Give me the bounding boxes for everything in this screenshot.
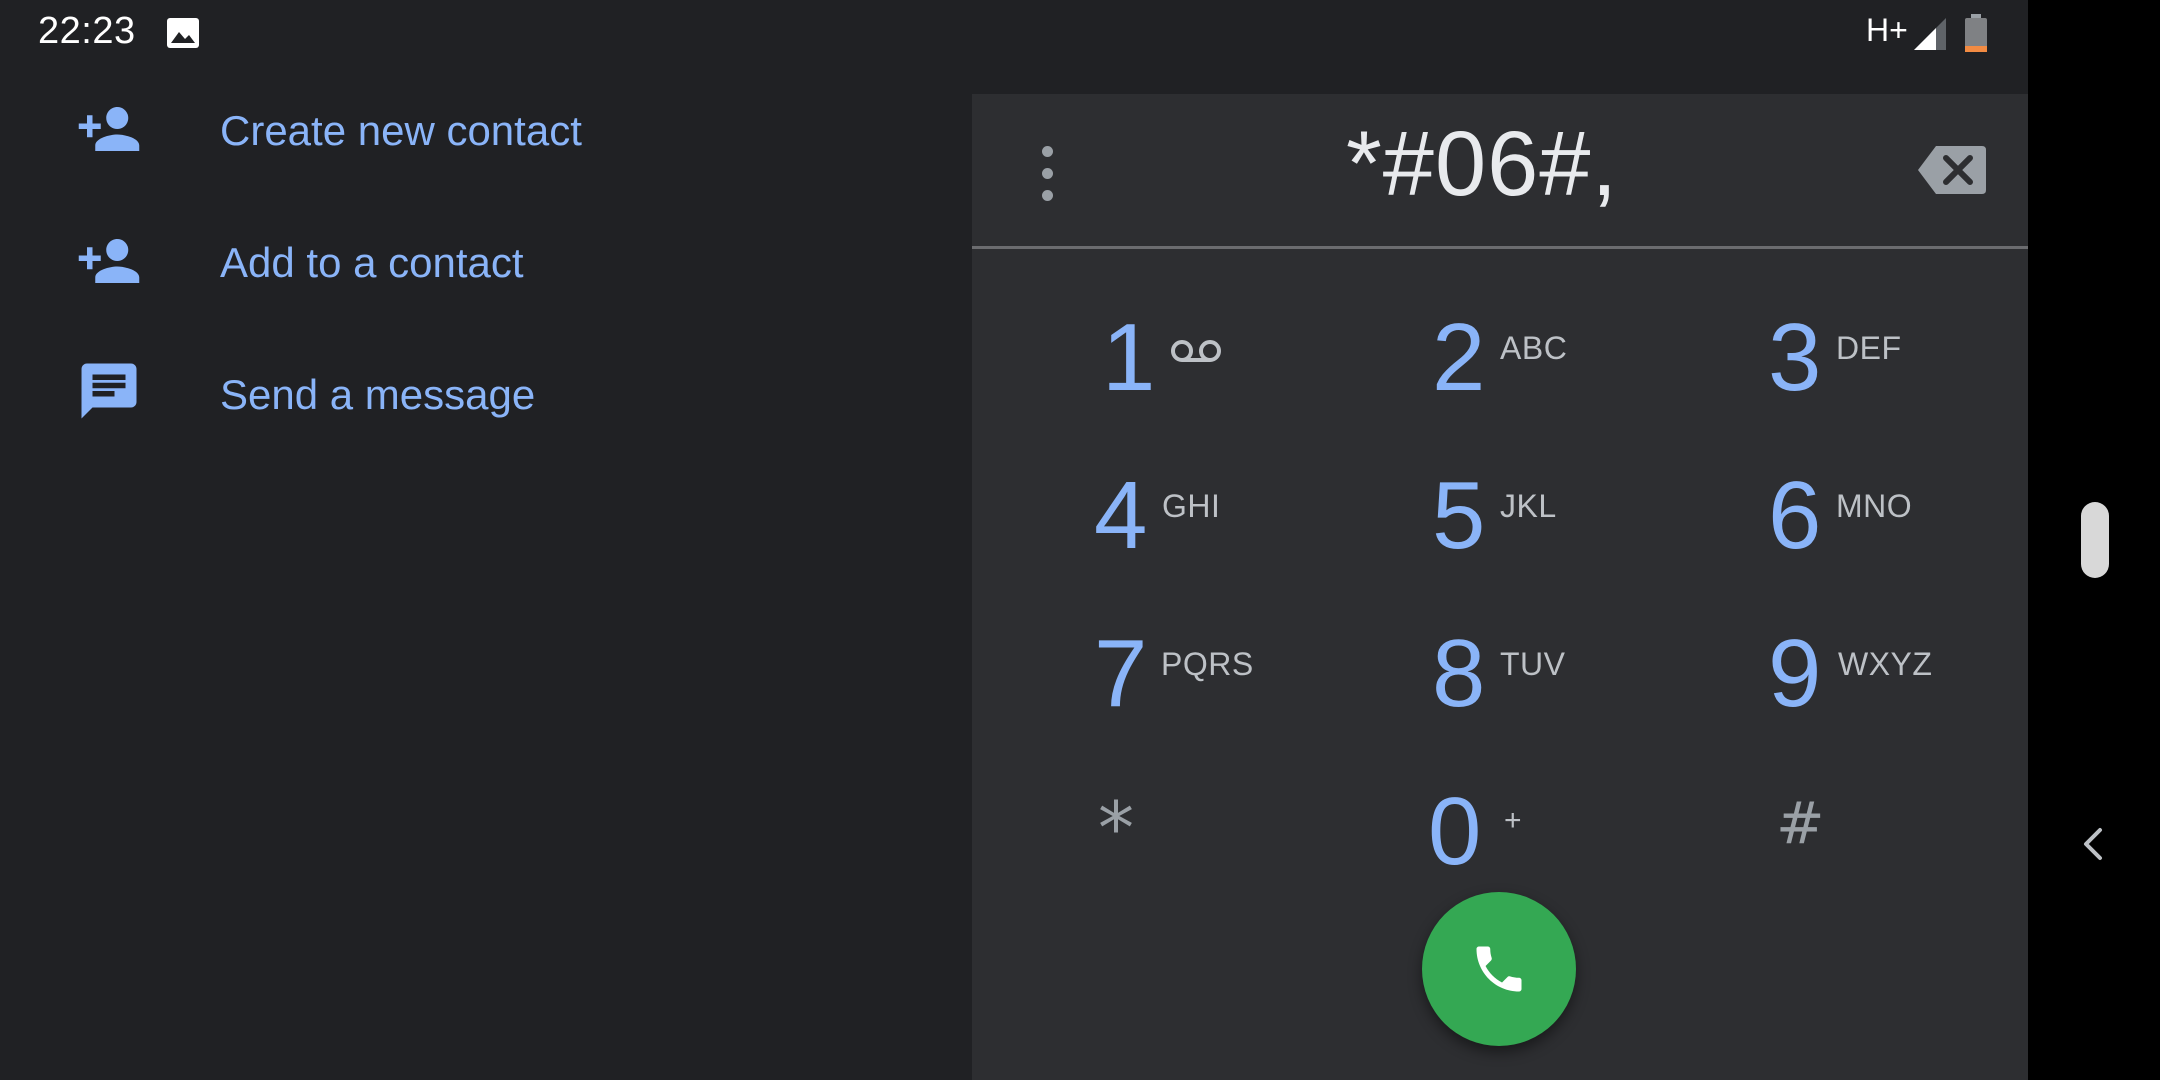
key-letters: + <box>1504 804 1523 837</box>
key-4[interactable]: 4 GHI <box>1080 438 1340 588</box>
key-letters: DEF <box>1836 330 1902 366</box>
key-2[interactable]: 2 ABC <box>1420 280 1680 430</box>
key-letters: PQRS <box>1161 646 1254 682</box>
message-icon <box>81 363 137 419</box>
status-bar: 22:23 H+ <box>0 0 2028 66</box>
gallery-icon <box>167 18 199 48</box>
key-letters: MNO <box>1836 488 1913 524</box>
key-digit: 5 <box>1432 462 1486 569</box>
key-digit: * <box>1098 786 1134 870</box>
key-8[interactable]: 8 TUV <box>1420 596 1680 746</box>
send-message-action[interactable]: Send a message <box>0 330 972 462</box>
backspace-icon[interactable] <box>1916 142 1988 198</box>
key-0[interactable]: 0 + <box>1420 754 1680 904</box>
status-time: 22:23 <box>38 10 136 52</box>
dialed-digits[interactable]: *#06#, <box>1092 112 1872 217</box>
person-add-icon <box>78 107 140 151</box>
key-digit: 9 <box>1768 620 1822 727</box>
key-digit: 0 <box>1428 778 1482 885</box>
key-letters: WXYZ <box>1838 646 1933 682</box>
add-to-contact-action[interactable]: Add to a contact <box>0 198 972 330</box>
key-letters: TUV <box>1500 646 1566 682</box>
create-new-contact-action[interactable]: Create new contact <box>0 66 972 198</box>
battery-icon <box>1965 14 1987 52</box>
key-7[interactable]: 7 PQRS <box>1080 596 1340 746</box>
key-digit: 2 <box>1432 304 1486 411</box>
phone-icon <box>1476 946 1522 992</box>
person-add-icon <box>78 239 140 283</box>
key-digit: 8 <box>1432 620 1486 727</box>
key-digit: 4 <box>1094 462 1148 569</box>
action-label: Create new contact <box>220 107 582 154</box>
key-9[interactable]: 9 WXYZ <box>1760 596 2020 746</box>
overflow-menu-icon[interactable] <box>1036 146 1060 202</box>
signal-icon <box>1914 18 1946 50</box>
key-star[interactable]: * <box>1080 754 1340 904</box>
key-digit: # <box>1776 789 1825 857</box>
key-3[interactable]: 3 DEF <box>1760 280 2020 430</box>
key-hash[interactable]: # <box>1760 754 2020 904</box>
key-6[interactable]: 6 MNO <box>1760 438 2020 588</box>
call-button[interactable] <box>1422 892 1576 1046</box>
action-label: Send a message <box>220 371 536 418</box>
back-icon[interactable] <box>2078 824 2108 864</box>
home-handle[interactable] <box>2081 502 2109 578</box>
key-5[interactable]: 5 JKL <box>1420 438 1680 588</box>
key-letters: GHI <box>1162 488 1221 524</box>
network-type: H+ <box>1866 12 1908 48</box>
key-digit: 1 <box>1102 304 1156 411</box>
key-digit: 6 <box>1768 462 1822 569</box>
digits-bar: *#06#, <box>972 94 2028 249</box>
navigation-bar <box>2028 0 2160 1080</box>
voicemail-icon <box>1171 340 1221 362</box>
key-letters: ABC <box>1500 330 1568 366</box>
key-1[interactable]: 1 <box>1080 280 1340 430</box>
key-digit: 7 <box>1094 620 1148 727</box>
key-digit: 3 <box>1768 304 1822 411</box>
key-letters: JKL <box>1500 488 1557 524</box>
action-label: Add to a contact <box>220 239 524 286</box>
